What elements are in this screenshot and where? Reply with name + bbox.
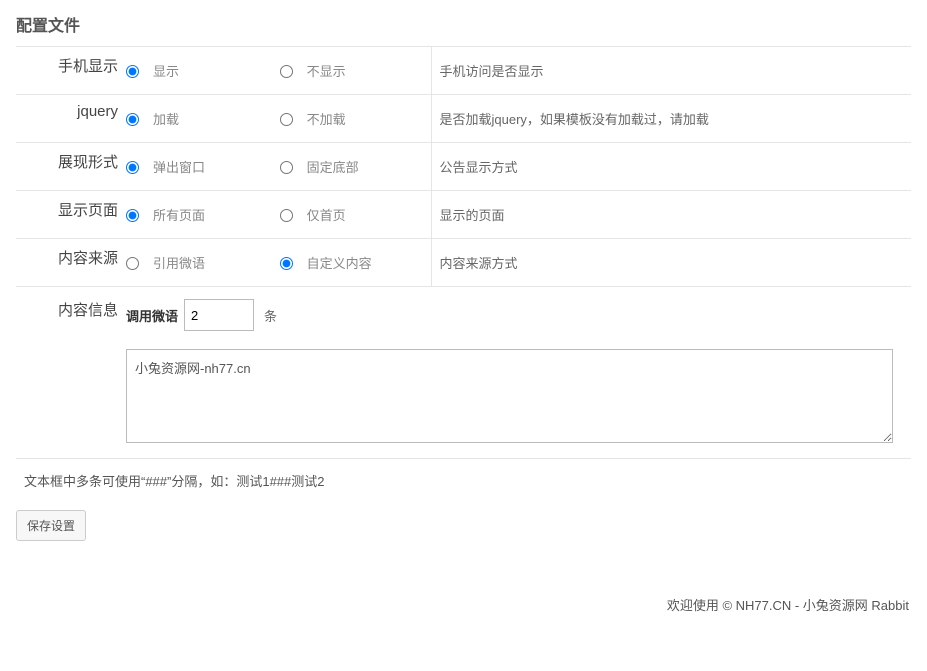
config-table: 手机显示 显示 不显示 手机访问是否显示 jquery: [16, 46, 911, 502]
row-content-info: 内容信息 调用微语 条: [16, 287, 911, 459]
desc-mobile: 手机访问是否显示: [431, 47, 911, 95]
row-display-mode: 展现形式 弹出窗口 固定底部 公告显示方式: [16, 143, 911, 191]
desc-jquery: 是否加载jquery，如果模板没有加载过，请加载: [431, 95, 911, 143]
radio-display-fixed-input[interactable]: [280, 161, 293, 174]
radio-jquery-noload-label: 不加载: [307, 109, 346, 128]
label-show-page: 显示页面: [16, 191, 126, 239]
weiyu-label: 调用微语: [126, 306, 178, 325]
radio-jquery-noload[interactable]: 不加载: [280, 109, 346, 128]
row-hint: 文本框中多条可使用“###”分隔，如：测试1###测试2: [16, 459, 911, 503]
save-button[interactable]: 保存设置: [16, 510, 86, 541]
weiyu-unit: 条: [264, 306, 277, 325]
radio-display-popup-label: 弹出窗口: [153, 157, 205, 176]
label-content-info: 内容信息: [16, 287, 126, 459]
radio-jquery-noload-input[interactable]: [280, 113, 293, 126]
radio-mobile-hide-input[interactable]: [280, 65, 293, 78]
radio-jquery-load[interactable]: 加载: [126, 109, 179, 128]
radio-src-custom[interactable]: 自定义内容: [280, 253, 372, 272]
radio-page-home-input[interactable]: [280, 209, 293, 222]
radio-mobile-show[interactable]: 显示: [126, 61, 179, 80]
label-display-mode: 展现形式: [16, 143, 126, 191]
radio-src-weiyu-input[interactable]: [126, 257, 139, 270]
radio-src-weiyu-label: 引用微语: [153, 253, 205, 272]
desc-content-src: 内容来源方式: [431, 239, 911, 287]
row-jquery: jquery 加载 不加载 是否加载jquery，如果模板没有加载过，请加载: [16, 95, 911, 143]
radio-display-fixed[interactable]: 固定底部: [280, 157, 359, 176]
radio-jquery-load-input[interactable]: [126, 113, 139, 126]
radio-display-popup[interactable]: 弹出窗口: [126, 157, 205, 176]
radio-page-all-label: 所有页面: [153, 205, 205, 224]
desc-display-mode: 公告显示方式: [431, 143, 911, 191]
radio-display-fixed-label: 固定底部: [307, 157, 359, 176]
radio-page-home-label: 仅首页: [307, 205, 346, 224]
radio-mobile-hide[interactable]: 不显示: [280, 61, 346, 80]
radio-page-home[interactable]: 仅首页: [280, 205, 346, 224]
label-content-src: 内容来源: [16, 239, 126, 287]
radio-src-weiyu[interactable]: 引用微语: [126, 253, 205, 272]
row-mobile: 手机显示 显示 不显示 手机访问是否显示: [16, 47, 911, 95]
label-mobile: 手机显示: [16, 47, 126, 95]
radio-jquery-load-label: 加载: [153, 109, 179, 128]
radio-display-popup-input[interactable]: [126, 161, 139, 174]
radio-page-all[interactable]: 所有页面: [126, 205, 205, 224]
footer-text: 欢迎使用 © NH77.CN - 小兔资源网 Rabbit: [0, 583, 927, 620]
desc-show-page: 显示的页面: [431, 191, 911, 239]
radio-mobile-show-input[interactable]: [126, 65, 139, 78]
content-textarea[interactable]: [126, 349, 893, 443]
radio-src-custom-label: 自定义内容: [307, 253, 372, 272]
radio-mobile-hide-label: 不显示: [307, 61, 346, 80]
radio-page-all-input[interactable]: [126, 209, 139, 222]
page-title: 配置文件: [16, 12, 911, 36]
radio-src-custom-input[interactable]: [280, 257, 293, 270]
weiyu-count-input[interactable]: [184, 299, 254, 331]
row-content-src: 内容来源 引用微语 自定义内容 内容来源方式: [16, 239, 911, 287]
hint-text: 文本框中多条可使用“###”分隔，如：测试1###测试2: [16, 459, 911, 503]
radio-mobile-show-label: 显示: [153, 61, 179, 80]
label-jquery: jquery: [16, 95, 126, 143]
row-show-page: 显示页面 所有页面 仅首页 显示的页面: [16, 191, 911, 239]
